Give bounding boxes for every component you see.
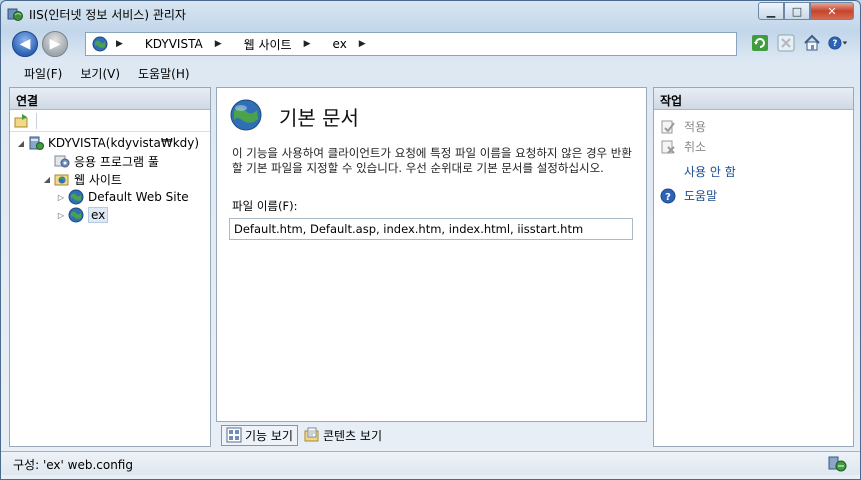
breadcrumb-separator[interactable]: ▶ [215,39,232,49]
address-bar[interactable]: ▶ KDYVISTA ▶ 웹 사이트 ▶ ex ▶ [85,32,737,56]
help-dropdown-icon[interactable]: ? [828,33,848,53]
toolbar-divider [36,112,37,129]
action-cancel-label: 취소 [684,140,707,154]
default-document-globe-icon [230,99,262,131]
iis-manager-window: IIS(인터넷 정보 서비스) 관리자 ▁ □ ✕ ◀ ▶ ▶ KDYVISTA… [0,0,861,480]
close-button[interactable]: ✕ [810,2,854,20]
menu-file[interactable]: 파일(F) [15,62,71,84]
tree-node-label: ex [88,207,109,223]
svg-text:?: ? [665,192,671,203]
forward-button[interactable]: ▶ [42,31,68,57]
globe-icon [68,189,84,205]
tree-node-label: Default Web Site [88,190,189,204]
refresh-icon[interactable] [750,33,770,53]
breadcrumb-label: 웹 사이트 [243,37,292,52]
tree-expander[interactable]: ◢ [42,175,52,184]
breadcrumb-item[interactable]: KDYVISTA [145,37,203,51]
page-title: 기본 문서 [279,106,359,130]
tab-content-label: 콘텐츠 보기 [322,428,382,443]
tree-node-default-web-site[interactable]: ▷ Default Web Site [56,188,189,206]
tree-node-label: 웹 사이트 [74,172,122,187]
connections-header: 연결 [10,88,210,110]
globe-icon [92,36,108,52]
connections-toolbar [10,110,210,132]
menu-view[interactable]: 보기(V) [71,62,129,84]
window-title: IIS(인터넷 정보 서비스) 관리자 [29,8,186,22]
action-disable-label: 사용 안 함 [684,165,736,179]
menu-bar: 파일(F) 보기(V) 도움말(H) [1,62,860,84]
back-button[interactable]: ◀ [12,31,38,57]
actions-header: 작업 [654,88,853,110]
tree-node-app-pools[interactable]: 응용 프로그램 풀 [42,152,159,170]
tree-node-ex[interactable]: ▷ ex [56,206,109,224]
status-text: 구성: 'ex' web.config [13,458,133,472]
breadcrumb-separator[interactable]: ▶ [359,39,376,49]
tree-expander[interactable]: ▷ [56,193,66,202]
action-apply-label: 적용 [684,120,707,134]
tree-node-label: 응용 프로그램 풀 [74,154,159,169]
actions-panel: 작업 적용 취소 사용 안 함 ? 도움말 [653,87,854,447]
breadcrumb-label: ex [332,37,347,51]
view-tabs: 기능 보기 콘텐츠 보기 [221,424,388,446]
action-apply: 적용 [660,118,706,135]
tab-features-label: 기능 보기 [245,428,293,443]
connections-tree: ◢ KDYVISTA(kdyvista₩kdy) 응용 프로그램 풀 ◢ 웹 사… [10,132,210,223]
breadcrumb-separator[interactable]: ▶ [304,39,321,49]
breadcrumb-item[interactable]: ex [333,37,347,51]
tab-content-view[interactable]: 콘텐츠 보기 [300,426,386,445]
breadcrumb-item[interactable]: 웹 사이트 [244,36,292,53]
tree-node-sites[interactable]: ◢ 웹 사이트 [42,170,122,188]
file-name-label: 파일 이름(F): [232,199,298,213]
iis-app-icon [7,8,23,21]
breadcrumb-root-arrow[interactable]: ▶ [116,39,133,49]
file-name-input[interactable] [229,218,633,240]
sites-folder-icon [54,174,69,186]
features-view-icon [226,427,242,443]
content-view-icon [304,427,319,442]
action-help[interactable]: ? 도움말 [660,187,717,204]
action-help-label: 도움말 [684,189,718,203]
svg-text:?: ? [832,38,837,48]
network-status-icon [828,456,847,472]
tree-expander[interactable]: ▷ [56,211,66,220]
tree-node-label: KDYVISTA(kdyvista₩kdy) [48,136,200,150]
help-icon: ? [660,188,676,203]
tree-expander[interactable]: ◢ [16,139,26,148]
maximize-button[interactable]: □ [784,2,810,20]
app-pool-icon [54,155,70,168]
feature-description: 이 기능을 사용하여 클라이언트가 요청에 특정 파일 이름을 요청하지 않은 … [232,146,632,175]
home-icon[interactable] [802,33,822,53]
navigation-bar: ◀ ▶ ▶ KDYVISTA ▶ 웹 사이트 ▶ ex ▶ ? [1,28,860,60]
action-cancel: 취소 [660,138,706,155]
stop-icon[interactable] [776,33,796,53]
navbar-tools: ? [744,33,848,53]
minimize-button[interactable]: ▁ [758,2,784,20]
caption-buttons: ▁ □ ✕ [758,2,854,20]
title-bar: IIS(인터넷 정보 서비스) 관리자 ▁ □ ✕ [1,1,860,27]
apply-icon [661,120,675,133]
connections-panel: 연결 ◢ KDYVISTA(kdyvista₩kdy) 응용 프로그램 풀 ◢ … [9,87,211,447]
server-icon [29,136,44,150]
tree-node-server[interactable]: ◢ KDYVISTA(kdyvista₩kdy) [16,134,199,152]
tab-features-view[interactable]: 기능 보기 [221,424,298,446]
breadcrumb-label: KDYVISTA [144,37,203,51]
action-disable[interactable]: 사용 안 함 [684,163,736,180]
connect-icon[interactable] [14,113,30,129]
cancel-icon [661,140,675,154]
feature-panel: 기본 문서 이 기능을 사용하여 클라이언트가 요청에 특정 파일 이름을 요청… [216,87,647,422]
globe-icon [68,207,84,223]
menu-help[interactable]: 도움말(H) [129,62,199,84]
status-bar: 구성: 'ex' web.config [1,451,860,475]
